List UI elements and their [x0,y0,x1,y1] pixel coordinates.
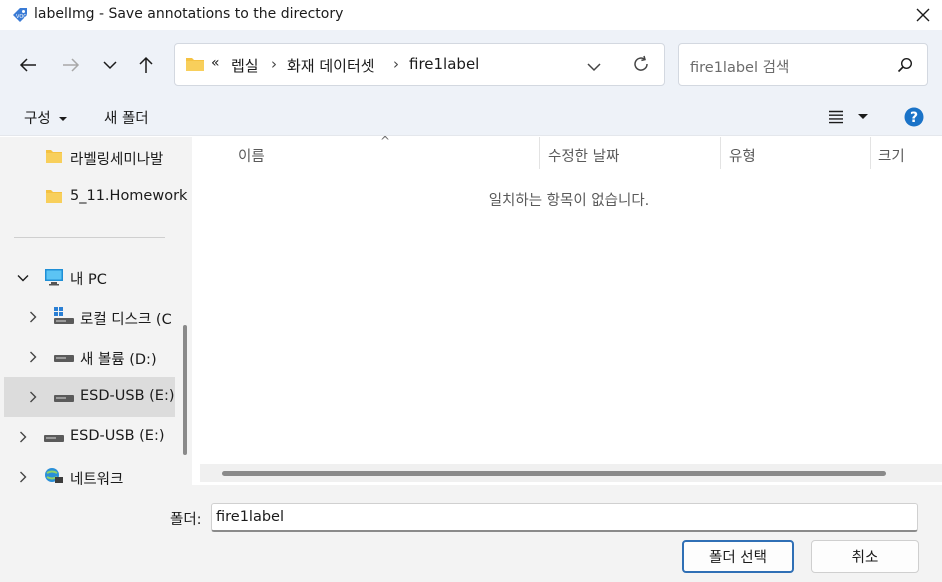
folder-icon [45,189,63,208]
chevron-right-icon[interactable] [27,351,39,363]
nav-item-label: ESD-USB (E:) [80,388,175,404]
select-folder-button[interactable]: 폴더 선택 [682,540,794,573]
breadcrumb-item[interactable]: 렙실 [231,55,259,76]
nav-item-label: 새 볼륨 (D:) [80,352,157,368]
organize-label: 구성 [24,111,51,127]
help-icon: ? [904,107,924,127]
nav-item-drive[interactable]: 새 볼륨 (D:) [0,337,183,377]
back-button[interactable] [12,49,44,81]
breadcrumb-item[interactable]: fire1label [409,55,479,73]
arrow-up-icon [139,56,153,73]
nav-item-drive[interactable]: 로컬 디스크 (C [0,297,183,337]
column-divider[interactable] [539,137,540,169]
nav-item-label: 로컬 디스크 (C [80,312,172,328]
chevron-right-icon[interactable] [17,471,29,483]
nav-item-label: ESD-USB (E:) [70,428,165,444]
close-icon [916,8,930,22]
drive-icon [44,432,64,448]
nav-item-label: 네트워크 [70,472,124,485]
chevron-right-icon[interactable] [27,391,39,403]
column-header-type[interactable]: 유형 [729,145,756,166]
help-button[interactable]: ? [904,107,924,131]
network-icon [44,467,64,485]
windows-drive-icon [54,307,74,329]
drive-icon [54,352,74,368]
nav-item-folder[interactable]: 5_11.Homework [0,177,187,217]
close-button[interactable] [904,0,942,30]
empty-message: 일치하는 항목이 없습니다. [488,193,650,209]
nav-item-network[interactable]: 네트워크 [0,457,183,485]
cancel-button[interactable]: 취소 [811,540,919,573]
column-divider[interactable] [720,137,721,169]
folder-icon [45,149,63,168]
horizontal-scrollbar-thumb[interactable] [222,471,886,476]
organize-button[interactable]: 구성 [24,107,68,128]
dialog-footer [0,485,942,582]
chevron-right-icon[interactable] [17,431,29,443]
address-dropdown-button[interactable] [587,60,601,76]
up-button[interactable] [130,49,162,81]
breadcrumb-item[interactable]: 화재 데이터셋 [287,55,375,76]
navigation-scrollbar[interactable] [183,325,187,455]
caret-down-icon [59,117,68,121]
command-bar: 구성 새 폴더 ? [0,98,942,136]
nav-item-drive-selected[interactable]: ESD-USB (E:) [4,377,175,417]
refresh-button[interactable] [632,55,650,77]
drive-icon [54,392,74,408]
window-title: labelImg - Save annotations to the direc… [34,6,344,22]
sort-indicator: ^ [380,134,391,148]
nav-item-this-pc[interactable]: 내 PC [0,257,183,297]
forward-button[interactable] [55,49,87,81]
file-list: ^ 이름 수정한 날짜 유형 크기 일치하는 항목이 없습니다. [196,134,942,485]
list-view-icon [829,110,868,124]
chevron-down-icon [103,61,117,70]
chevron-right-icon[interactable] [27,311,39,323]
search-box[interactable]: fire1label 검색 [678,43,928,86]
folder-name-input[interactable] [211,503,918,532]
arrow-right-icon [63,58,80,72]
folder-icon [185,56,205,76]
labelimg-app-icon: VOC [10,5,30,25]
svg-text:?: ? [910,110,918,126]
column-divider[interactable] [870,137,871,169]
breadcrumb-overflow[interactable]: « [211,55,220,71]
folder-label: 폴더: [170,512,202,528]
search-input[interactable]: fire1label 검색 [690,56,789,77]
nav-item-label: 내 PC [70,272,107,288]
address-bar[interactable]: « 렙실 › 화재 데이터셋 › fire1label [174,43,665,86]
nav-divider [14,237,165,238]
search-icon[interactable] [897,57,913,77]
nav-item-label: 라벨링세미나발 [70,152,164,168]
nav-item-folder[interactable]: 라벨링세미나발 [0,137,183,177]
column-header-name[interactable]: 이름 [238,145,265,166]
column-header-size[interactable]: 크기 [878,145,905,166]
monitor-icon [44,268,64,290]
navigation-pane: 라벨링세미나발 5_11.Homework 내 PC 로컬 디스크 (C 새 볼… [0,137,192,485]
chevron-down-icon[interactable] [17,272,29,284]
chevron-down-icon [587,63,601,72]
nav-item-label: 5_11.Homework [70,188,188,204]
refresh-icon [634,55,648,71]
column-header-date[interactable]: 수정한 날짜 [548,145,619,166]
recent-locations-button[interactable] [94,49,126,81]
new-folder-button[interactable]: 새 폴더 [104,107,149,128]
svg-text:VOC: VOC [16,14,27,20]
breadcrumb-separator[interactable]: › [271,55,277,73]
breadcrumb-separator[interactable]: › [393,55,399,73]
arrow-left-icon [19,58,36,72]
view-options-button[interactable] [828,110,868,128]
nav-item-drive[interactable]: ESD-USB (E:) [0,417,183,457]
